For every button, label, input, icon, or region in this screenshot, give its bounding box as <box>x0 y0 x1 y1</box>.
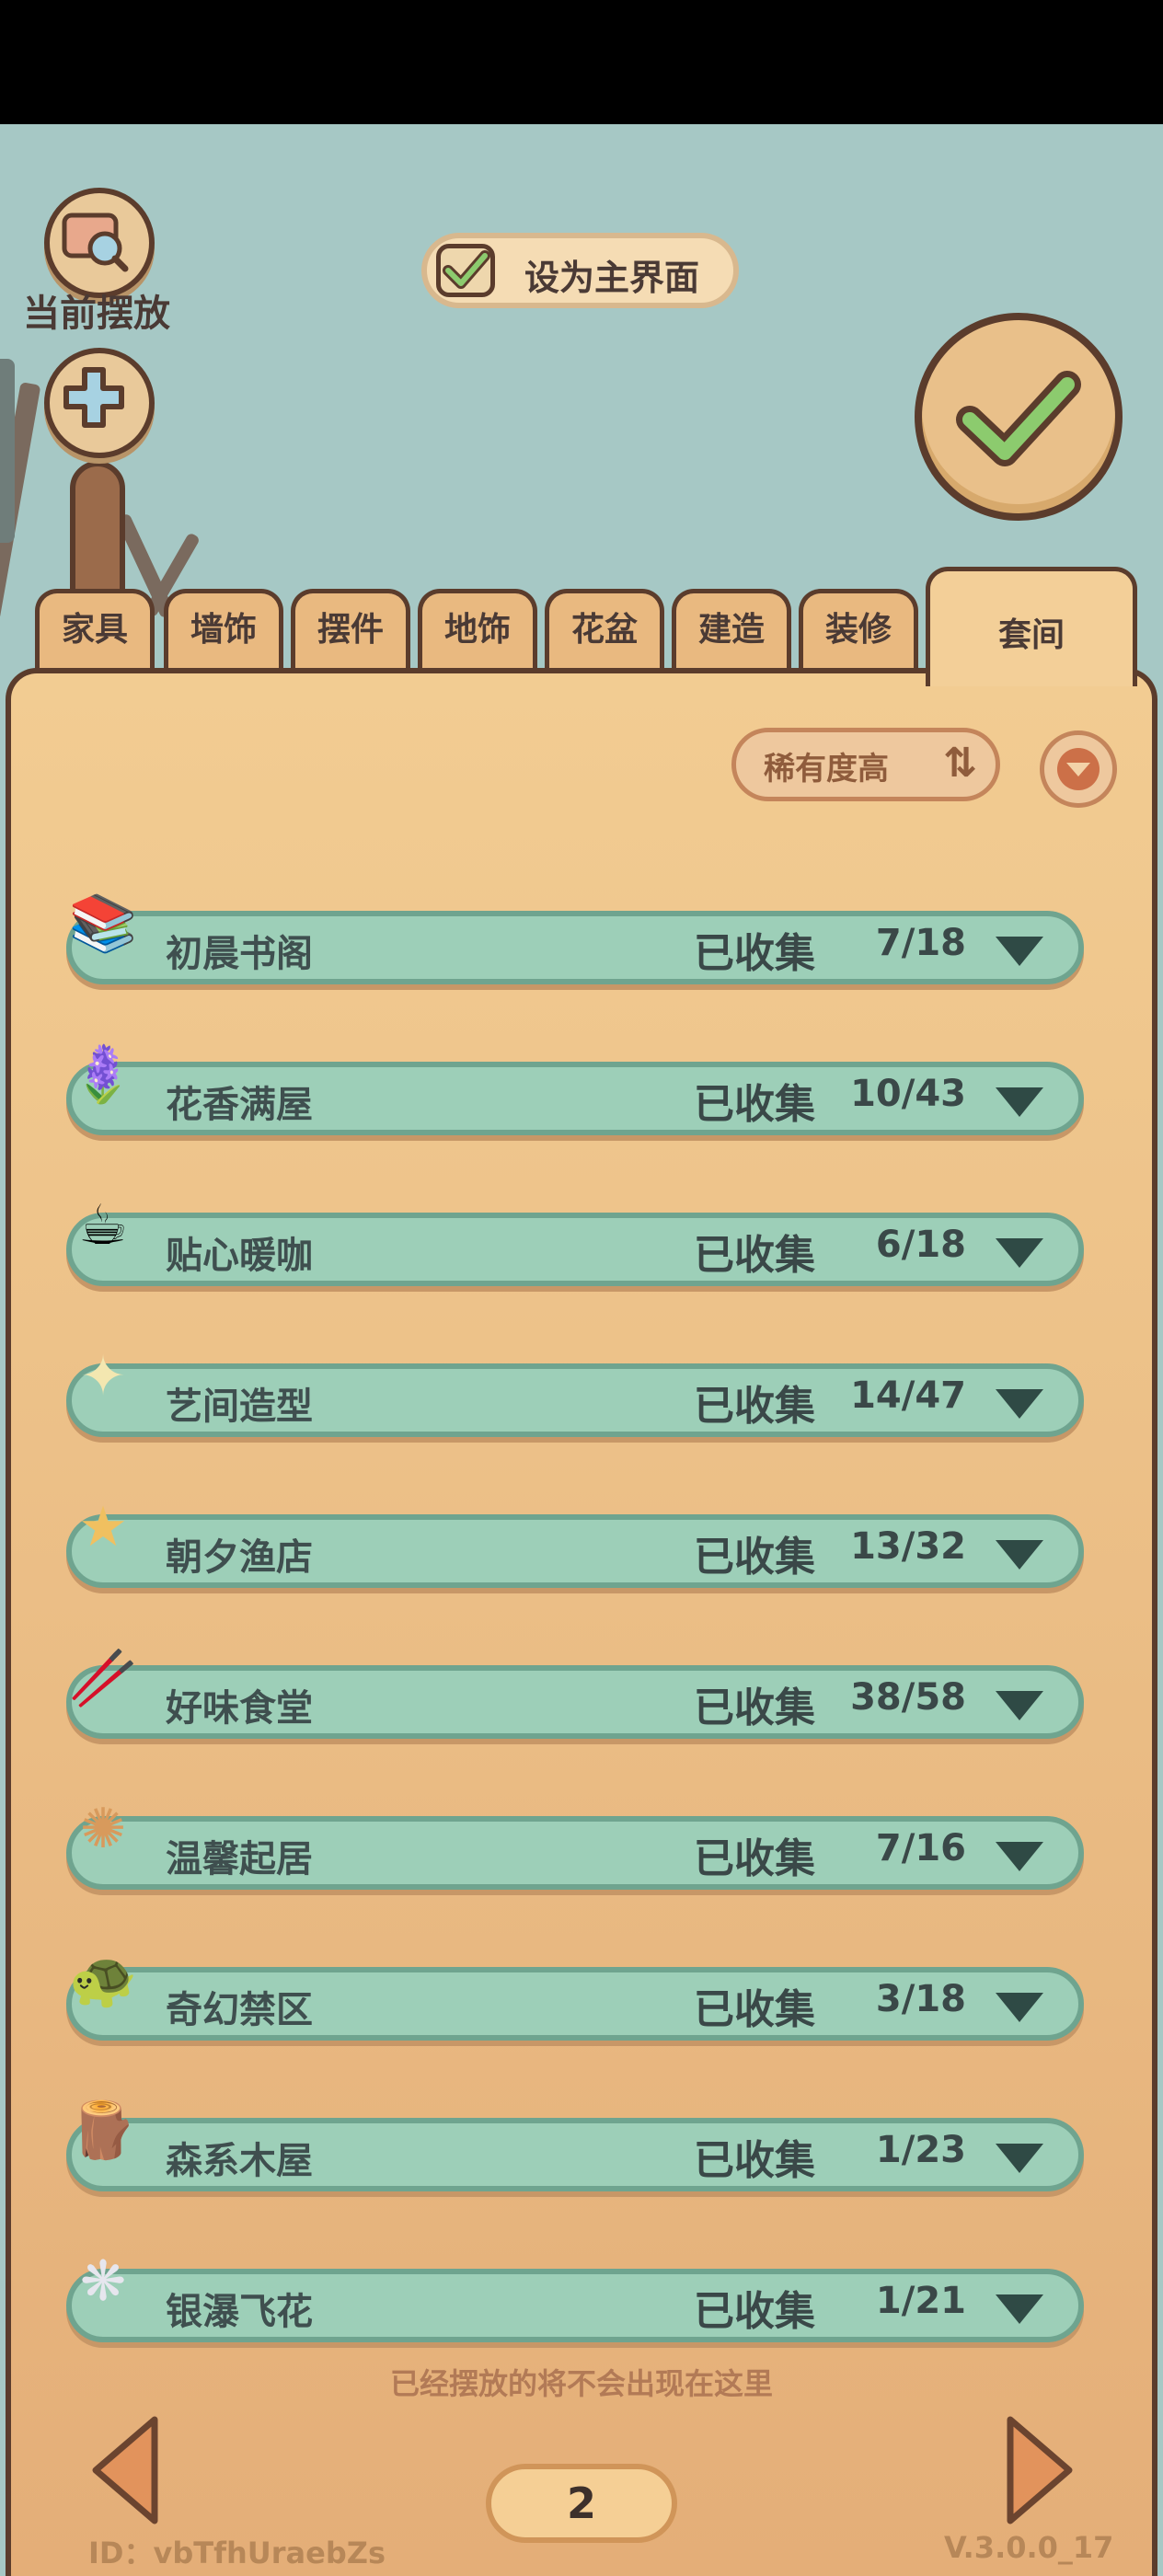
sort-button[interactable]: 稀有度高 ⇅ <box>731 728 1000 801</box>
expand-arrow-icon[interactable] <box>996 1993 1043 2022</box>
lavender-icon: 🪻 <box>68 1042 138 1107</box>
side-handle <box>0 359 15 543</box>
set-name: 初晨书阁 <box>166 933 313 975</box>
books-icon: 📚 <box>68 891 138 956</box>
set-row[interactable]: ✦ 艺间造型 已收集 14/47 <box>66 1344 1084 1437</box>
status-bar <box>0 0 1163 124</box>
page-number: 2 <box>486 2464 677 2543</box>
checkbox[interactable] <box>436 244 495 297</box>
next-page-button[interactable] <box>1003 2414 1077 2526</box>
set-row[interactable]: ✺ 温馨起居 已收集 7/16 <box>66 1797 1084 1890</box>
sparkle-icon: ✦ <box>79 1344 127 1409</box>
expand-arrow-icon[interactable] <box>996 1238 1043 1268</box>
expand-arrow-icon[interactable] <box>996 1389 1043 1419</box>
expand-arrow-icon[interactable] <box>996 2144 1043 2173</box>
set-row[interactable]: ❋ 银瀑飞花 已收集 1/21 <box>66 2249 1084 2342</box>
checkmark-icon <box>956 371 1081 466</box>
confirm-button[interactable] <box>915 313 1123 521</box>
player-id: ID：vbTfhUraebZs <box>88 2536 386 2570</box>
set-count: 14/47 <box>850 1374 966 1417</box>
placement-hint: 已经摆放的将不会出现在这里 <box>389 2366 773 2401</box>
current-placed-button[interactable] <box>44 188 155 298</box>
silver-flower-icon: ❋ <box>79 2249 127 2314</box>
expand-arrow-icon[interactable] <box>996 2294 1043 2324</box>
set-main-screen-label: 设为主界面 <box>524 258 700 298</box>
set-row[interactable]: 📚 初晨书阁 已收集 7/18 <box>66 891 1084 984</box>
set-count: 1/23 <box>875 2129 966 2171</box>
set-count: 7/18 <box>875 922 966 964</box>
utensil-cup-icon: 🥢 <box>68 1646 138 1710</box>
set-row[interactable]: ☕ 贴心暖咖 已收集 6/18 <box>66 1193 1084 1286</box>
set-row[interactable]: 🐢 奇幻禁区 已收集 3/18 <box>66 1948 1084 2041</box>
sort-label: 稀有度高 <box>764 751 889 788</box>
set-name: 朝夕渔店 <box>166 1536 313 1579</box>
turtle-icon: 🐢 <box>68 1948 138 2012</box>
set-name: 花香满屋 <box>166 1084 313 1126</box>
expand-arrow-icon[interactable] <box>996 1540 1043 1570</box>
tab-building[interactable]: 建造 <box>672 589 791 672</box>
add-button[interactable] <box>44 348 155 458</box>
set-count: 10/43 <box>850 1073 966 1115</box>
version-label: V.3.0.0_17 <box>944 2530 1114 2565</box>
set-row[interactable]: ★ 朝夕渔店 已收集 13/32 <box>66 1495 1084 1588</box>
tab-furniture[interactable]: 家具 <box>35 589 155 672</box>
set-name: 奇幻禁区 <box>166 1989 313 2031</box>
prev-page-button[interactable] <box>88 2414 162 2526</box>
set-name: 艺间造型 <box>166 1386 313 1428</box>
sort-dropdown-button[interactable] <box>1040 730 1117 808</box>
set-row[interactable]: 🥢 好味食堂 已收集 38/58 <box>66 1646 1084 1739</box>
map-search-icon <box>62 213 129 272</box>
set-count: 6/18 <box>875 1224 966 1266</box>
starfish-icon: ★ <box>78 1495 128 1559</box>
set-row[interactable]: 🪵 森系木屋 已收集 1/23 <box>66 2099 1084 2191</box>
current-placed-label: 当前摆放 <box>23 293 170 335</box>
set-count: 38/58 <box>850 1676 966 1719</box>
set-name: 森系木屋 <box>166 2140 313 2182</box>
tab-floor-decor[interactable]: 地饰 <box>418 589 537 672</box>
expand-arrow-icon[interactable] <box>996 1691 1043 1720</box>
tab-flower-pots[interactable]: 花盆 <box>545 589 664 672</box>
set-count: 13/32 <box>850 1525 966 1568</box>
set-name: 贴心暖咖 <box>166 1235 313 1277</box>
set-count: 1/21 <box>875 2280 966 2322</box>
tab-ornaments[interactable]: 摆件 <box>291 589 410 672</box>
sort-updown-icon: ⇅ <box>943 740 977 787</box>
tree-stump-icon: 🪵 <box>68 2099 138 2163</box>
coffee-cup-icon: ☕ <box>78 1193 128 1258</box>
set-name: 好味食堂 <box>166 1687 313 1730</box>
expand-arrow-icon[interactable] <box>996 1842 1043 1871</box>
set-count: 3/18 <box>875 1978 966 2020</box>
tab-wall-decor[interactable]: 墙饰 <box>164 589 283 672</box>
set-count: 7/16 <box>875 1827 966 1869</box>
set-name: 银瀑飞花 <box>166 2291 313 2333</box>
checkmark-icon <box>443 250 490 289</box>
tab-renovation[interactable]: 装修 <box>799 589 918 672</box>
plus-icon <box>63 367 124 428</box>
expand-arrow-icon[interactable] <box>996 937 1043 966</box>
expand-arrow-icon[interactable] <box>996 1087 1043 1117</box>
set-name: 温馨起居 <box>166 1838 313 1880</box>
tab-suites[interactable]: 套间 <box>926 567 1137 686</box>
set-row[interactable]: 🪻 花香满屋 已收集 10/43 <box>66 1042 1084 1135</box>
chevron-down-icon <box>1057 748 1100 790</box>
sun-rug-icon: ✺ <box>79 1797 127 1861</box>
set-main-screen-toggle[interactable]: 设为主界面 <box>421 233 739 308</box>
